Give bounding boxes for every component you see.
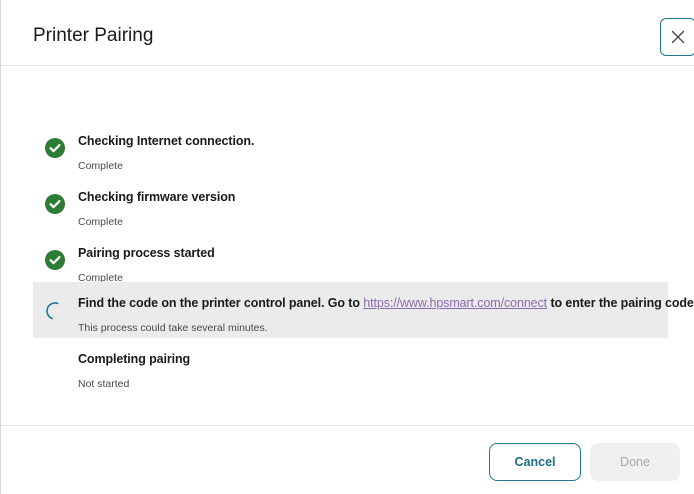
hpsmart-connect-link[interactable]: https://www.hpsmart.com/connect	[363, 296, 547, 310]
step-checking-firmware: Checking firmware version Complete	[33, 176, 668, 232]
step-checking-internet: Checking Internet connection. Complete	[33, 120, 668, 176]
step-label-after: to enter the pairing code.	[550, 296, 694, 310]
dialog-title: Printer Pairing	[33, 25, 154, 46]
check-circle-icon	[45, 250, 65, 270]
step-status: Complete	[78, 216, 123, 228]
check-circle-icon	[45, 194, 65, 214]
step-completing-pairing: Completing pairing Not started	[33, 338, 668, 394]
step-label: Checking firmware version	[78, 190, 236, 204]
step-label: Checking Internet connection.	[78, 134, 255, 148]
step-status: Complete	[78, 160, 123, 172]
step-status: Not started	[78, 378, 130, 390]
dialog-footer: Cancel Done	[1, 425, 694, 494]
step-label: Pairing process started	[78, 246, 215, 260]
step-label: Completing pairing	[78, 352, 191, 366]
cancel-button[interactable]: Cancel	[489, 443, 581, 481]
done-button[interactable]: Done	[590, 443, 680, 481]
printer-pairing-dialog: Printer Pairing Checking Internet connec…	[0, 0, 694, 494]
close-button[interactable]	[660, 18, 694, 56]
step-status: This process could take several minutes.	[78, 322, 268, 334]
step-pairing-started: Pairing process started Complete	[33, 232, 668, 288]
step-find-code: Find the code on the printer control pan…	[33, 282, 694, 338]
step-label: Find the code on the printer control pan…	[78, 296, 694, 310]
spinner-icon	[46, 302, 59, 320]
step-label-before: Find the code on the printer control pan…	[78, 296, 360, 310]
dialog-header: Printer Pairing	[1, 0, 694, 66]
check-circle-icon	[45, 138, 65, 158]
close-icon	[671, 30, 685, 44]
